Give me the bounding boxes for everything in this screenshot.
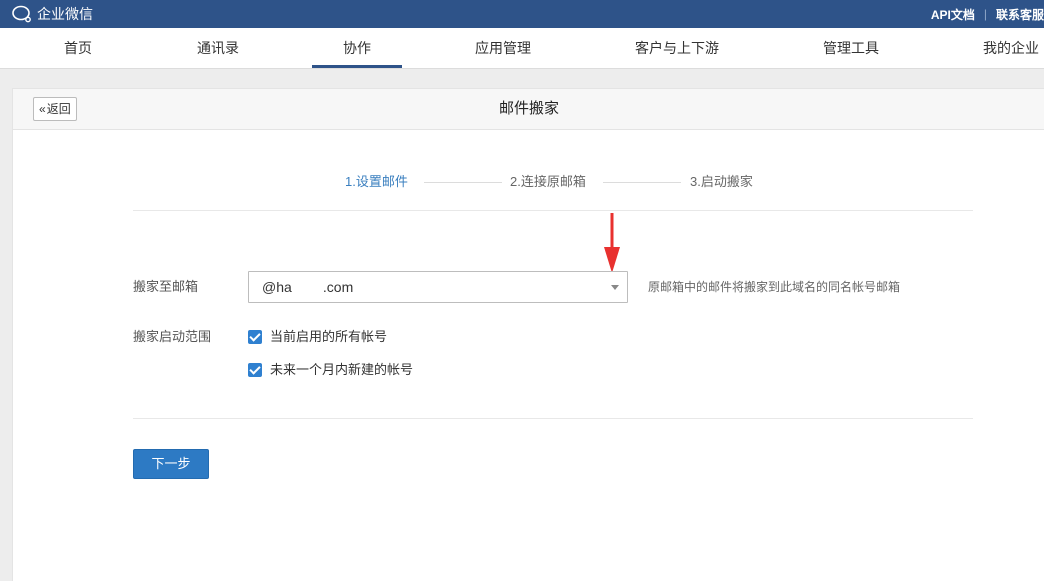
brand-logo[interactable]: 企业微信 [12,4,93,24]
red-arrow-annotation-icon [604,213,620,273]
mailbox-label: 搬家至邮箱 [133,279,199,294]
wecom-logo-icon [12,5,31,23]
step-3: 3.启动搬家 [690,174,753,189]
main-nav: 首页 通讯录 协作 应用管理 客户与上下游 管理工具 我的企业 [0,28,1044,69]
divider [133,418,973,419]
next-step-button[interactable]: 下一步 [133,449,209,479]
top-bar: 企业微信 API文档 | 联系客服 [0,0,1044,28]
nav-item-customers[interactable]: 客户与上下游 [635,28,719,68]
brand-title: 企业微信 [37,6,93,22]
step-connector [603,182,681,183]
option-future-accounts[interactable]: 未来一个月内新建的帐号 [248,360,413,380]
step-connector [424,182,502,183]
contact-support-link[interactable]: 联系客服 [996,6,1044,23]
nav-item-app-management[interactable]: 应用管理 [475,28,531,68]
current-accounts-label: 当前启用的所有帐号 [270,329,388,344]
nav-item-collaboration[interactable]: 协作 [312,28,402,68]
scope-label: 搬家启动范围 [133,329,212,344]
divider [133,210,973,211]
nav-item-my-enterprise[interactable]: 我的企业 [983,28,1039,68]
future-accounts-checkbox[interactable] [248,363,262,377]
step-indicator: 1.设置邮件 2.连接原邮箱 3.启动搬家 [13,172,1044,192]
page-title: 邮件搬家 [498,100,559,117]
step-1: 1.设置邮件 [345,174,408,189]
top-links: API文档 | 联系客服 [931,0,1044,28]
mailbox-domain-value: @ha .com [262,279,354,295]
option-current-accounts[interactable]: 当前启用的所有帐号 [248,327,387,347]
current-accounts-checkbox[interactable] [248,330,262,344]
dropdown-arrow-icon [611,285,619,290]
nav-item-home[interactable]: 首页 [64,28,92,68]
nav-item-management-tools[interactable]: 管理工具 [823,28,879,68]
nav-item-contacts[interactable]: 通讯录 [197,28,239,68]
mailbox-domain-select[interactable]: @ha .com [248,271,628,303]
top-links-divider: | [983,7,987,21]
mail-migration-panel: « 返回 邮件搬家 1.设置邮件 2.连接原邮箱 3.启动搬家 搬家至邮箱 @h… [12,88,1044,581]
panel-header: « 返回 邮件搬家 [13,89,1044,130]
api-docs-link[interactable]: API文档 [931,6,975,23]
mailbox-hint: 原邮箱中的邮件将搬家到此域名的同名帐号邮箱 [648,280,901,294]
future-accounts-label: 未来一个月内新建的帐号 [270,362,414,377]
step-2: 2.连接原邮箱 [510,174,586,189]
